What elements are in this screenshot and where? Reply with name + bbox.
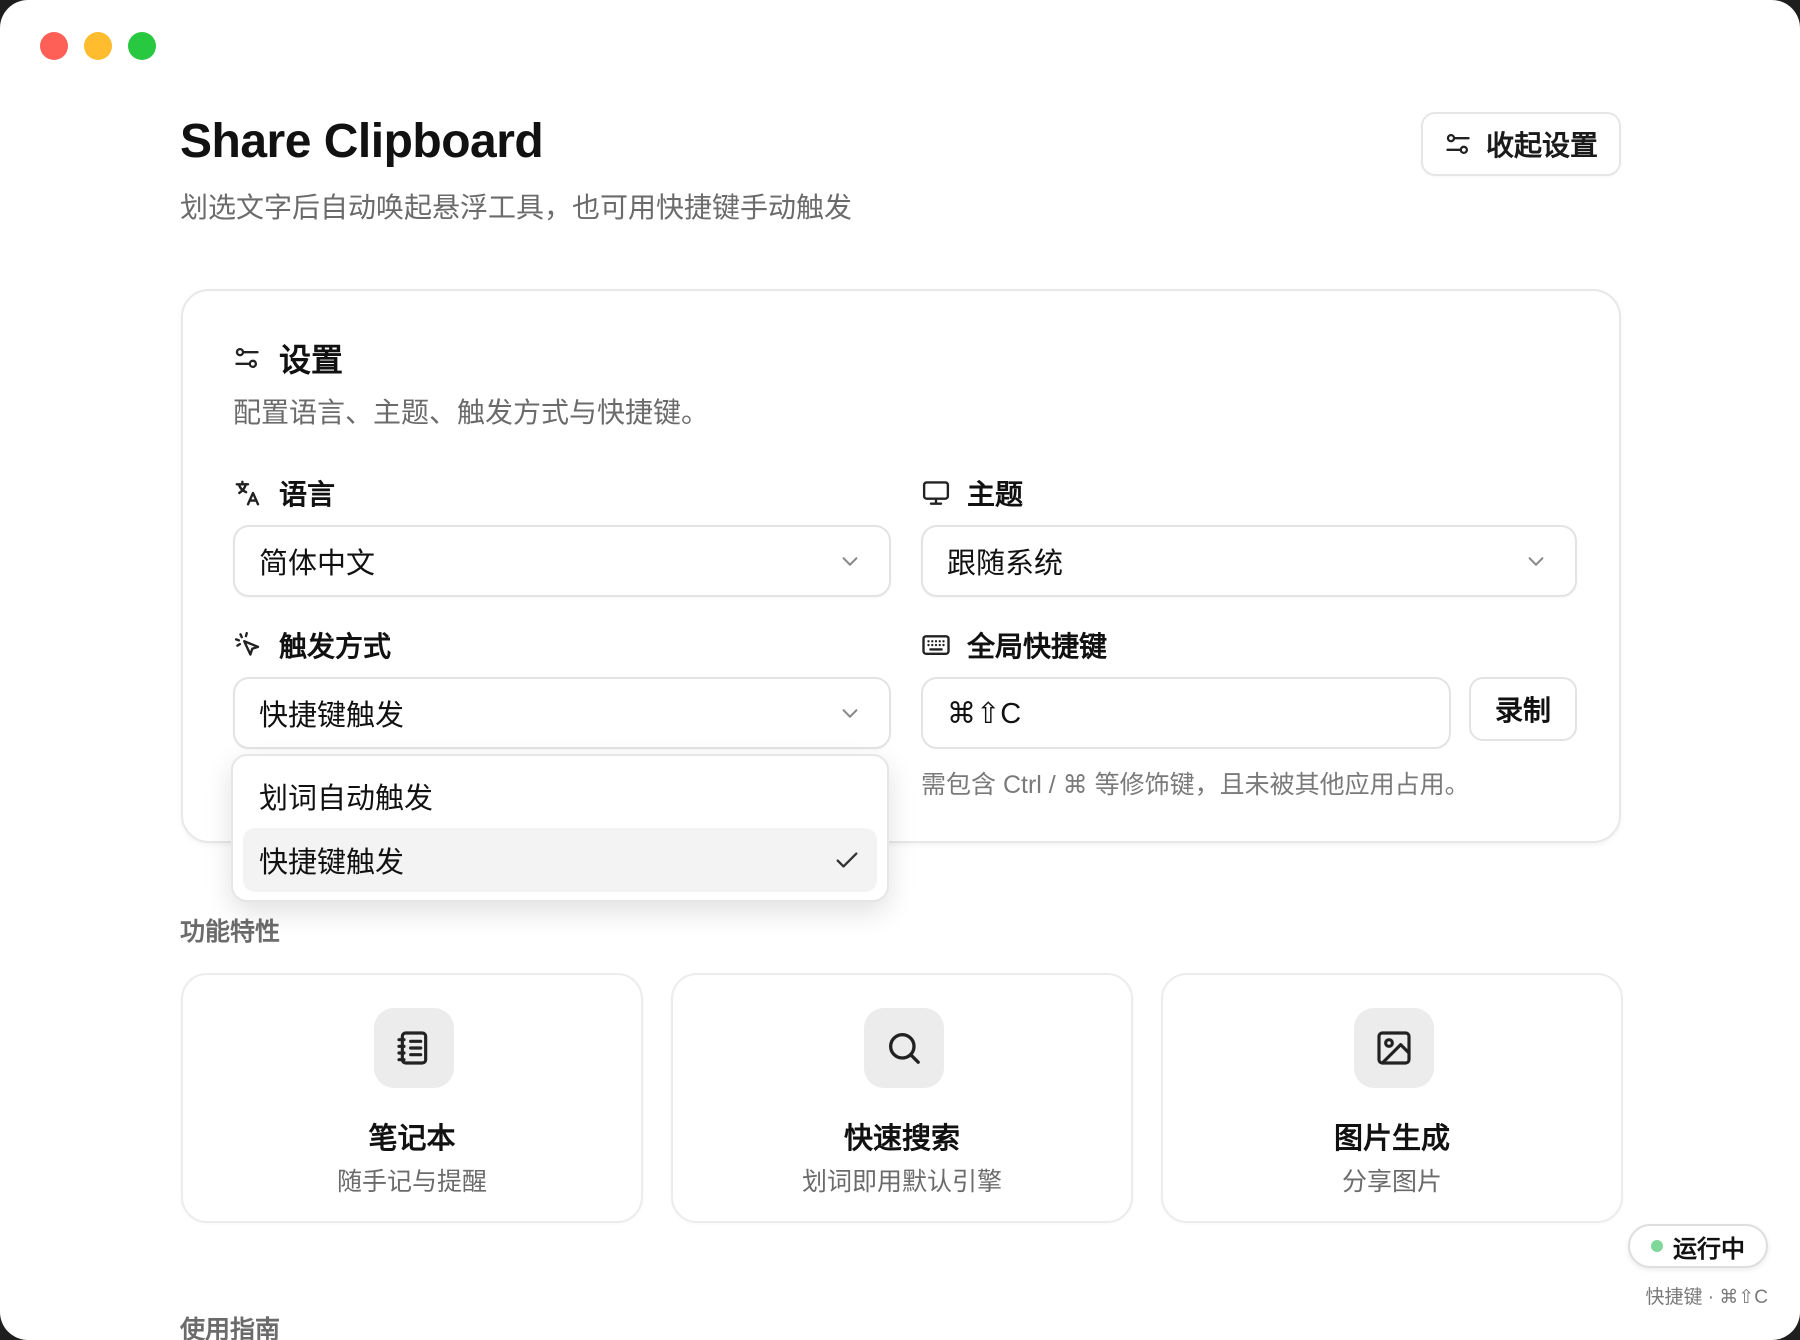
feature-title: 快速搜索 (843, 1123, 960, 1155)
page-subtitle: 划选文字后自动唤起悬浮工具，也可用快捷键手动触发 (180, 192, 853, 223)
sliders-icon (235, 347, 259, 369)
chevron-down-icon (1528, 557, 1544, 567)
feature-card-notebook[interactable]: 笔记本 随手记与提醒 (181, 973, 643, 1223)
minimize-window-button[interactable] (84, 32, 112, 60)
settings-description: 配置语言、主题、触发方式与快捷键。 (233, 397, 710, 428)
features-heading: 功能特性 (180, 918, 281, 946)
check-icon (836, 852, 858, 868)
record-hotkey-button[interactable]: 录制 (1469, 677, 1577, 741)
status-dot-icon (1651, 1240, 1663, 1252)
keyboard-icon (922, 635, 950, 655)
sliders-icon (1446, 133, 1470, 155)
hotkey-input[interactable]: ⌘⇧C (921, 677, 1451, 749)
trigger-label: 触发方式 (233, 625, 391, 665)
chevron-down-icon (842, 709, 858, 719)
maximize-window-button[interactable] (128, 32, 156, 60)
status-shortcut: 快捷键 · ⌘⇧C (1645, 1287, 1768, 1308)
feature-description: 分享图片 (1341, 1168, 1442, 1196)
trigger-option-hotkey[interactable]: 快捷键触发 (243, 828, 877, 892)
guide-heading: 使用指南 (180, 1316, 281, 1340)
status-badge[interactable]: 运行中 (1628, 1224, 1768, 1268)
close-window-button[interactable] (40, 32, 68, 60)
pointer-click-icon (234, 631, 260, 656)
theme-select[interactable]: 跟随系统 (921, 525, 1577, 597)
hotkey-label: 全局快捷键 (921, 625, 1107, 665)
window-controls (40, 32, 156, 60)
notebook-icon (397, 1031, 428, 1065)
app-window: Share Clipboard 划选文字后自动唤起悬浮工具，也可用快捷键手动触发… (0, 0, 1800, 1340)
language-label: 语言 (233, 473, 335, 513)
image-icon (1377, 1031, 1411, 1065)
chevron-down-icon (842, 557, 858, 567)
trigger-dropdown-menu: 划词自动触发 快捷键触发 (231, 754, 889, 902)
theme-label: 主题 (921, 473, 1023, 513)
search-icon (889, 1033, 920, 1064)
page-title: Share Clipboard (180, 115, 544, 168)
trigger-option-auto[interactable]: 划词自动触发 (243, 764, 877, 828)
trigger-select-value: 快捷键触发 (259, 700, 405, 732)
feature-description: 随手记与提醒 (336, 1168, 487, 1196)
language-select[interactable]: 简体中文 (233, 525, 891, 597)
hotkey-hint: 需包含 Ctrl / ⌘ 等修饰键，且未被其他应用占用。 (921, 771, 1470, 799)
hotkey-value: ⌘⇧C (947, 697, 1022, 730)
theme-select-value: 跟随系统 (947, 548, 1064, 580)
feature-title: 图片生成 (1333, 1123, 1450, 1155)
status-label: 运行中 (1673, 1235, 1745, 1263)
feature-title: 笔记本 (368, 1123, 456, 1155)
collapse-settings-label: 收起设置 (1485, 130, 1598, 161)
feature-card-search[interactable]: 快速搜索 划词即用默认引擎 (671, 973, 1133, 1223)
feature-card-image[interactable]: 图片生成 分享图片 (1161, 973, 1623, 1223)
feature-description: 划词即用默认引擎 (801, 1168, 1002, 1196)
translate-icon (235, 480, 260, 506)
settings-title: 设置 (233, 335, 343, 381)
monitor-icon (922, 481, 950, 505)
settings-title-text: 设置 (279, 342, 344, 378)
collapse-settings-button[interactable]: 收起设置 (1421, 112, 1621, 176)
language-select-value: 简体中文 (259, 548, 376, 580)
trigger-select[interactable]: 快捷键触发 (233, 677, 891, 749)
